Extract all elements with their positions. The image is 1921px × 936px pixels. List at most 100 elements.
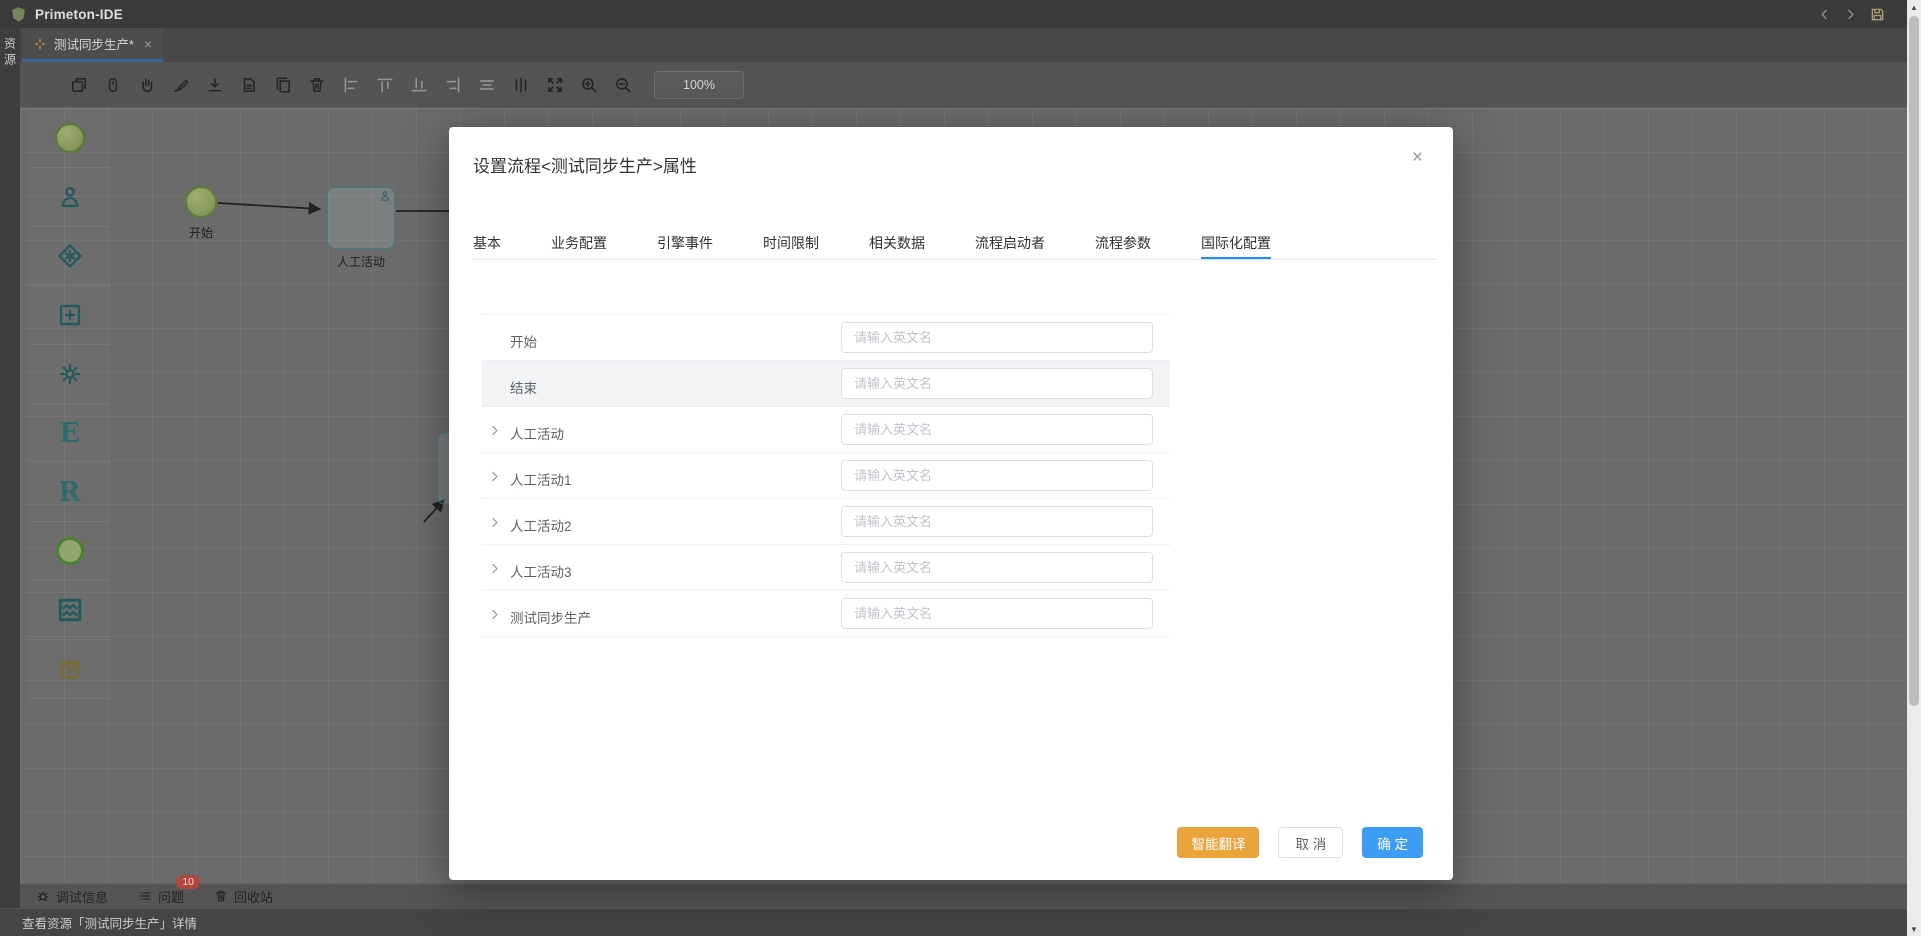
fit-screen-icon[interactable] bbox=[546, 76, 564, 94]
english-name-input[interactable] bbox=[841, 552, 1153, 583]
dialog-tab-5[interactable]: 相关数据 bbox=[869, 227, 925, 259]
node-name-label: 人工活动1 bbox=[510, 469, 572, 489]
manual-activity-tool[interactable] bbox=[29, 168, 110, 227]
dialog-title: 设置流程<测试同步生产>属性 bbox=[473, 152, 697, 177]
end-node-tool[interactable] bbox=[29, 522, 110, 581]
start-node[interactable] bbox=[185, 186, 217, 218]
brush-icon[interactable] bbox=[172, 76, 190, 94]
problem-count-badge: 10 bbox=[176, 875, 200, 889]
distribute-icon[interactable] bbox=[512, 76, 530, 94]
scrollbar-thumb[interactable] bbox=[1909, 16, 1919, 706]
editor-tab-label: 测试同步生产* bbox=[54, 34, 134, 53]
resource-panel-rail[interactable]: 资源 bbox=[0, 28, 20, 908]
align-center-icon[interactable] bbox=[478, 76, 496, 94]
i18n-row: 开始 bbox=[482, 315, 1170, 361]
dialog-close-icon[interactable]: × bbox=[1412, 148, 1423, 167]
cancel-button[interactable]: 取 消 bbox=[1278, 827, 1343, 858]
hand-icon[interactable] bbox=[138, 76, 156, 94]
start-node-tool[interactable] bbox=[29, 109, 110, 168]
english-name-input[interactable] bbox=[841, 598, 1153, 629]
titlebar-controls bbox=[1818, 0, 1885, 28]
expand-icon[interactable] bbox=[488, 608, 501, 621]
subprocess-icon bbox=[57, 302, 83, 328]
dialog-tabs: 基本 业务配置 引擎事件 时间限制 相关数据 流程启动者 流程参数 国际化配置 bbox=[473, 227, 1437, 260]
dialog-tab-8[interactable]: 国际化配置 bbox=[1201, 227, 1271, 259]
problems-tab[interactable]: 问题10 bbox=[138, 887, 184, 906]
node-name-label: 开始 bbox=[510, 331, 537, 351]
english-name-input[interactable] bbox=[841, 506, 1153, 537]
person-icon bbox=[379, 190, 391, 202]
english-name-input[interactable] bbox=[841, 368, 1153, 399]
nav-forward-icon[interactable] bbox=[1844, 8, 1857, 21]
align-right-icon[interactable] bbox=[444, 76, 462, 94]
entity-tool[interactable]: E bbox=[29, 404, 110, 463]
editor-tab-process[interactable]: 测试同步生产* × bbox=[22, 28, 163, 62]
node-name-label: 人工活动 bbox=[510, 423, 564, 443]
dialog-tab-4[interactable]: 时间限制 bbox=[763, 227, 819, 259]
canvas-toolbar: 100% bbox=[20, 62, 1907, 108]
i18n-config-table: 开始结束人工活动人工活动1 人工活动2 人工活动3 测试同步生产 bbox=[482, 314, 1170, 637]
app-window: Primeton-IDE 测试同步生产* × 资源 100% ER bbox=[0, 0, 1921, 936]
debug-info-tab[interactable]: 调试信息 bbox=[36, 887, 108, 906]
gateway-tool[interactable] bbox=[29, 227, 110, 286]
node-name-label: 结束 bbox=[510, 377, 537, 397]
manual-activity-node[interactable] bbox=[327, 187, 395, 249]
zoom-out-icon[interactable] bbox=[614, 76, 632, 94]
start-node-icon bbox=[55, 123, 85, 153]
recycle-bin-tab[interactable]: 回收站 bbox=[214, 887, 273, 906]
english-name-input[interactable] bbox=[841, 322, 1153, 353]
rule-tool[interactable]: R bbox=[29, 463, 110, 522]
i18n-row: 人工活动 bbox=[482, 407, 1170, 453]
expand-icon[interactable] bbox=[488, 424, 501, 437]
panel-item-label: 调试信息 bbox=[56, 887, 108, 906]
confirm-button[interactable]: 确 定 bbox=[1362, 827, 1423, 858]
subprocess-tool[interactable] bbox=[29, 286, 110, 345]
panel-item-label: 回收站 bbox=[234, 887, 273, 906]
letter-glyph: E bbox=[59, 420, 80, 447]
dialog-tab-7[interactable]: 流程参数 bbox=[1095, 227, 1151, 259]
dialog-tab-2[interactable]: 业务配置 bbox=[551, 227, 607, 259]
nav-back-icon[interactable] bbox=[1818, 8, 1831, 21]
dialog-footer: 智能翻译 取 消 确 定 bbox=[1177, 827, 1423, 858]
wave-icon bbox=[57, 597, 83, 623]
i18n-row: 测试同步生产 bbox=[482, 591, 1170, 637]
dialog-tab-6[interactable]: 流程启动者 bbox=[975, 227, 1045, 259]
start-node-label: 开始 bbox=[185, 224, 217, 241]
delete-icon[interactable] bbox=[308, 76, 326, 94]
dialog-tab-1[interactable]: 基本 bbox=[473, 227, 501, 259]
scroll-down-icon[interactable]: ▼ bbox=[1907, 922, 1921, 936]
duplicate-icon[interactable] bbox=[274, 76, 292, 94]
title-bar: Primeton-IDE bbox=[0, 0, 1907, 28]
node-palette: ER bbox=[29, 108, 110, 699]
list-icon bbox=[138, 889, 152, 903]
node-name-label: 人工活动2 bbox=[510, 515, 572, 535]
align-top-icon[interactable] bbox=[376, 76, 394, 94]
copy-icon[interactable] bbox=[70, 76, 88, 94]
process-properties-dialog: 设置流程<测试同步生产>属性 × 基本 业务配置 引擎事件 时间限制 相关数据 流程启动者… bbox=[449, 127, 1453, 880]
smart-translate-button[interactable]: 智能翻译 bbox=[1177, 827, 1259, 858]
tab-close-icon[interactable]: × bbox=[144, 37, 152, 51]
expand-icon[interactable] bbox=[488, 516, 501, 529]
debug-icon bbox=[36, 889, 50, 903]
window-scrollbar: ▲ ▼ bbox=[1907, 0, 1921, 936]
zoom-in-icon[interactable] bbox=[580, 76, 598, 94]
node-name-label: 人工活动3 bbox=[510, 561, 572, 581]
pointer-icon[interactable] bbox=[104, 76, 122, 94]
align-bottom-icon[interactable] bbox=[410, 76, 428, 94]
i18n-row: 结束 bbox=[482, 361, 1170, 407]
english-name-input[interactable] bbox=[841, 414, 1153, 445]
document-icon[interactable] bbox=[240, 76, 258, 94]
zoom-level-input[interactable]: 100% bbox=[654, 71, 744, 99]
wave-activity-tool[interactable] bbox=[29, 581, 110, 640]
note-tool[interactable] bbox=[29, 640, 110, 699]
expand-icon[interactable] bbox=[488, 562, 501, 575]
auto-activity-tool[interactable] bbox=[29, 345, 110, 404]
english-name-input[interactable] bbox=[841, 460, 1153, 491]
gear-icon bbox=[57, 361, 83, 387]
scroll-up-icon[interactable]: ▲ bbox=[1907, 0, 1921, 14]
save-icon[interactable] bbox=[1870, 7, 1885, 22]
download-icon[interactable] bbox=[206, 76, 224, 94]
expand-icon[interactable] bbox=[488, 470, 501, 483]
align-left-icon[interactable] bbox=[342, 76, 360, 94]
dialog-tab-3[interactable]: 引擎事件 bbox=[657, 227, 713, 259]
